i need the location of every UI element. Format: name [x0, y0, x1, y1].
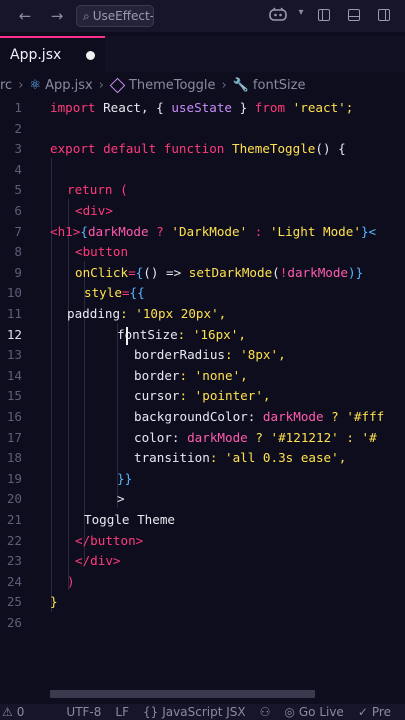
code-line: 11 padding: '10px 20px', [6, 306, 227, 321]
breadcrumb-separator-icon: › [98, 77, 104, 93]
tab-app-jsx[interactable]: App.jsx [0, 36, 105, 72]
status-bar: ⚠ 0 UTF-8 LF {} JavaScript JSX ⚇ ◎ Go Live … [0, 704, 405, 720]
code-line: 4 [14, 161, 22, 177]
status-go-live[interactable]: ◎ Go Live [284, 705, 343, 719]
code-line: 14 border: 'none', [6, 367, 248, 383]
braces-icon: {} [142, 705, 159, 719]
symbol-property-icon: 🔧 [232, 77, 249, 93]
code-line: 5 return ( [14, 182, 128, 198]
horizontal-scrollbar[interactable] [50, 690, 315, 698]
code-line: 17 color: darkMode ? '#121212' : '# [6, 429, 377, 445]
code-line: 7 <h1>{darkMode ? 'DarkMode' : 'Light Mod… [14, 223, 377, 239]
title-bar: ← → ⌕UseEffect-ap ▾ [0, 0, 405, 32]
breadcrumb-folder[interactable]: rc [0, 78, 12, 93]
code-line: 13 borderRadius: '8px', [6, 347, 286, 363]
symbol-method-icon [109, 77, 126, 93]
editor-tab-bar: App.jsx [0, 36, 405, 72]
code-line: 6 <div> [14, 203, 113, 218]
copilot-icon[interactable] [265, 7, 291, 25]
tab-label: App.jsx [10, 47, 62, 63]
code-line: 15 cursor: 'pointer', [6, 388, 271, 404]
breadcrumb-separator-icon: › [18, 77, 24, 93]
broadcast-icon: ◎ [284, 705, 295, 719]
breadcrumb-component[interactable]: ThemeToggle [109, 77, 216, 93]
command-center-search[interactable]: ⌕UseEffect-ap [76, 5, 154, 27]
code-line: 18 transition: 'all 0.3s ease', [6, 450, 347, 466]
react-file-icon: ⚛ [29, 77, 42, 93]
code-line: 21 Toggle Theme [6, 512, 175, 527]
status-encoding[interactable]: UTF-8 [66, 705, 101, 719]
toggle-primary-sidebar-icon[interactable] [311, 7, 337, 25]
breadcrumb: rc › ⚛ App.jsx › ThemeToggle › 🔧 fontSize [0, 74, 405, 96]
code-line: 25} [6, 594, 58, 610]
code-line: 8 <button [14, 244, 129, 260]
status-prettier[interactable]: ✓ Pre [358, 705, 391, 719]
breadcrumb-file[interactable]: ⚛ App.jsx [29, 78, 92, 93]
search-icon: ⌕ [83, 8, 90, 23]
code-line: 22 </button> [6, 532, 144, 548]
status-language[interactable]: {} JavaScript JSX [143, 705, 246, 719]
code-line-current: 12 fontSize: '16px', [6, 326, 246, 342]
text-cursor [126, 327, 128, 345]
vscode-window: ← → ⌕UseEffect-ap ▾ App.jsx rc › ⚛App.js… [0, 0, 405, 720]
search-text: UseEffect-ap [92, 9, 154, 23]
code-line: 19}} [6, 470, 133, 486]
status-eol[interactable]: LF [115, 705, 129, 719]
code-editor[interactable]: 1 import React, { useState } from 'react'… [0, 96, 405, 690]
code-line: 20 > [6, 491, 125, 507]
check-icon: ✓ [357, 705, 368, 719]
warning-icon: ⚠ [2, 705, 13, 719]
code-line: 10 style={{ [6, 285, 145, 301]
status-problems[interactable]: ⚠ 0 [2, 705, 24, 719]
back-arrow-icon[interactable]: ← [14, 7, 36, 25]
code-line: 1 import React, { useState } from 'react'… [14, 100, 354, 115]
toggle-secondary-sidebar-icon[interactable] [371, 7, 397, 25]
code-line: 2 [14, 120, 22, 136]
title-bar-actions: ▾ [265, 7, 405, 25]
breadcrumb-property[interactable]: 🔧 fontSize [233, 78, 306, 93]
copilot-status-icon[interactable]: ⚇ [260, 705, 271, 719]
code-line: 16 backgroundColor: darkMode ? '#fff [6, 409, 385, 424]
breadcrumb-separator-icon: › [221, 77, 227, 93]
forward-arrow-icon[interactable]: → [46, 7, 68, 25]
chevron-down-icon[interactable]: ▾ [295, 7, 307, 25]
code-line: 26 [6, 615, 22, 630]
unsaved-dot-icon[interactable] [86, 51, 95, 60]
code-line: 9 onClick={() => setDarkMode(!darkMode)} [14, 264, 364, 280]
toggle-panel-icon[interactable] [341, 7, 367, 25]
code-line: 23 </div> [6, 553, 121, 569]
code-line: 3 export default function ThemeToggle() { [14, 141, 346, 157]
code-line: 24) [6, 573, 75, 589]
